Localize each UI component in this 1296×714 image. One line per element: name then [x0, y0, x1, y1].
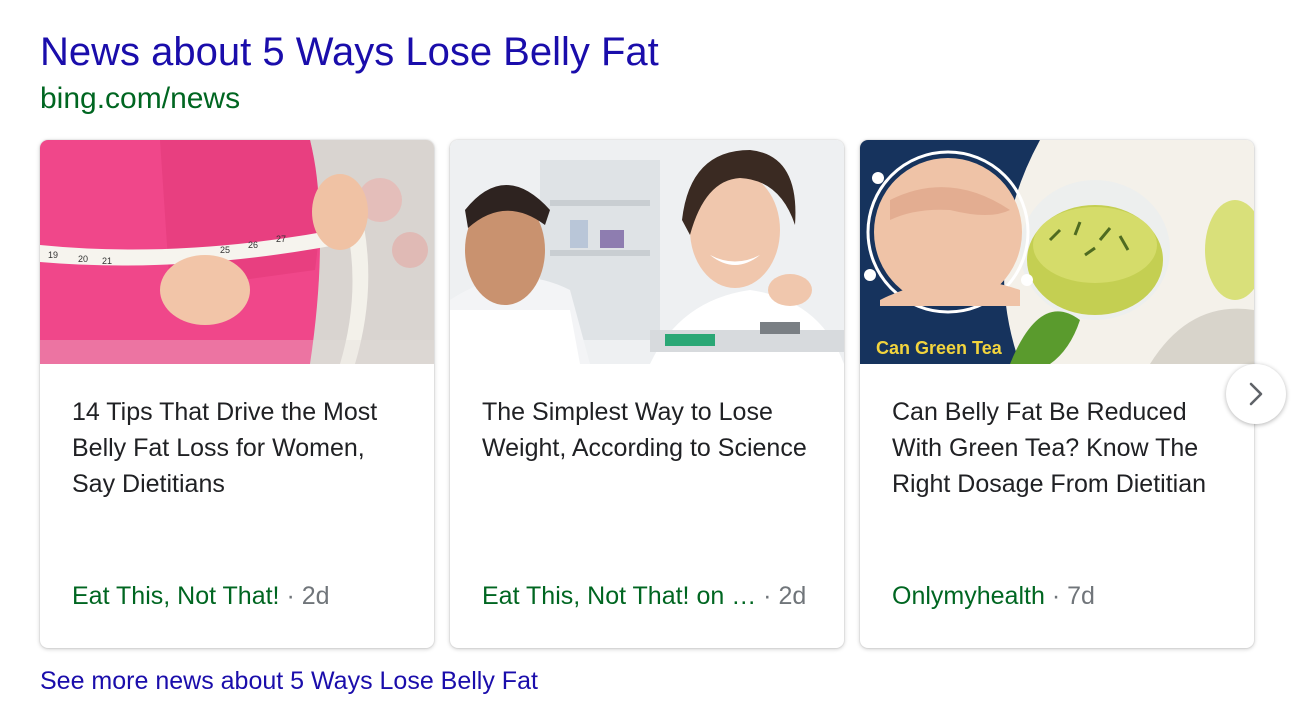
see-more-news-link[interactable]: See more news about 5 Ways Lose Belly Fa…	[40, 664, 538, 698]
news-card-3-title: Can Belly Fat Be Reduced With Green Tea?…	[892, 398, 1207, 498]
news-card-2[interactable]: The Simplest Way to Lose Weight, Accordi…	[450, 140, 844, 648]
news-card-3[interactable]: Can Green Tea Can Belly Fat Be Reduced W…	[860, 140, 1254, 648]
news-carousel-section: News about 5 Ways Lose Belly Fat bing.co…	[0, 0, 1296, 714]
meta-separator: ·	[286, 582, 302, 610]
news-heading-link[interactable]: News about 5 Ways Lose Belly Fat	[40, 28, 659, 76]
news-card-3-publisher: Onlymyhealth	[892, 582, 1045, 610]
news-card-3-image: Can Green Tea	[860, 140, 1254, 364]
news-card-1-age: 2d	[301, 582, 330, 610]
tape-number: 25	[220, 245, 230, 255]
image-caption-text: Can Green Tea	[876, 338, 1003, 358]
news-card-3-age: 7d	[1067, 582, 1095, 610]
news-card-2-publisher: Eat This, Not That! on …	[482, 582, 757, 610]
tape-number: 20	[78, 254, 88, 264]
news-card-1-meta: Eat This, Not That! · 2d	[72, 578, 412, 614]
news-card-3-meta: Onlymyhealth · 7d	[892, 578, 1232, 614]
tape-number: 21	[102, 256, 112, 266]
news-card-1-image: 19 20 21 25 26 27	[40, 140, 434, 364]
tape-number: 26	[248, 240, 258, 250]
news-card-2-meta: Eat This, Not That! on … · 2d	[482, 578, 822, 614]
news-card-1[interactable]: 19 20 21 25 26 27 14 Tips That Drive the…	[40, 140, 434, 648]
news-card-1-title: 14 Tips That Drive the Most Belly Fat Lo…	[72, 398, 378, 498]
tape-number: 27	[276, 234, 286, 244]
news-card-1-publisher: Eat This, Not That!	[72, 582, 280, 610]
tape-number: 19	[48, 250, 58, 260]
news-card-2-image	[450, 140, 844, 364]
meta-separator: ·	[1051, 582, 1068, 610]
news-card-2-age: 2d	[778, 582, 807, 610]
chevron-right-icon	[1249, 382, 1263, 406]
carousel-next-button[interactable]	[1226, 364, 1286, 424]
news-card-2-title: The Simplest Way to Lose Weight, Accordi…	[482, 398, 807, 462]
news-source-url: bing.com/news	[40, 82, 241, 115]
meta-separator: ·	[763, 582, 779, 610]
